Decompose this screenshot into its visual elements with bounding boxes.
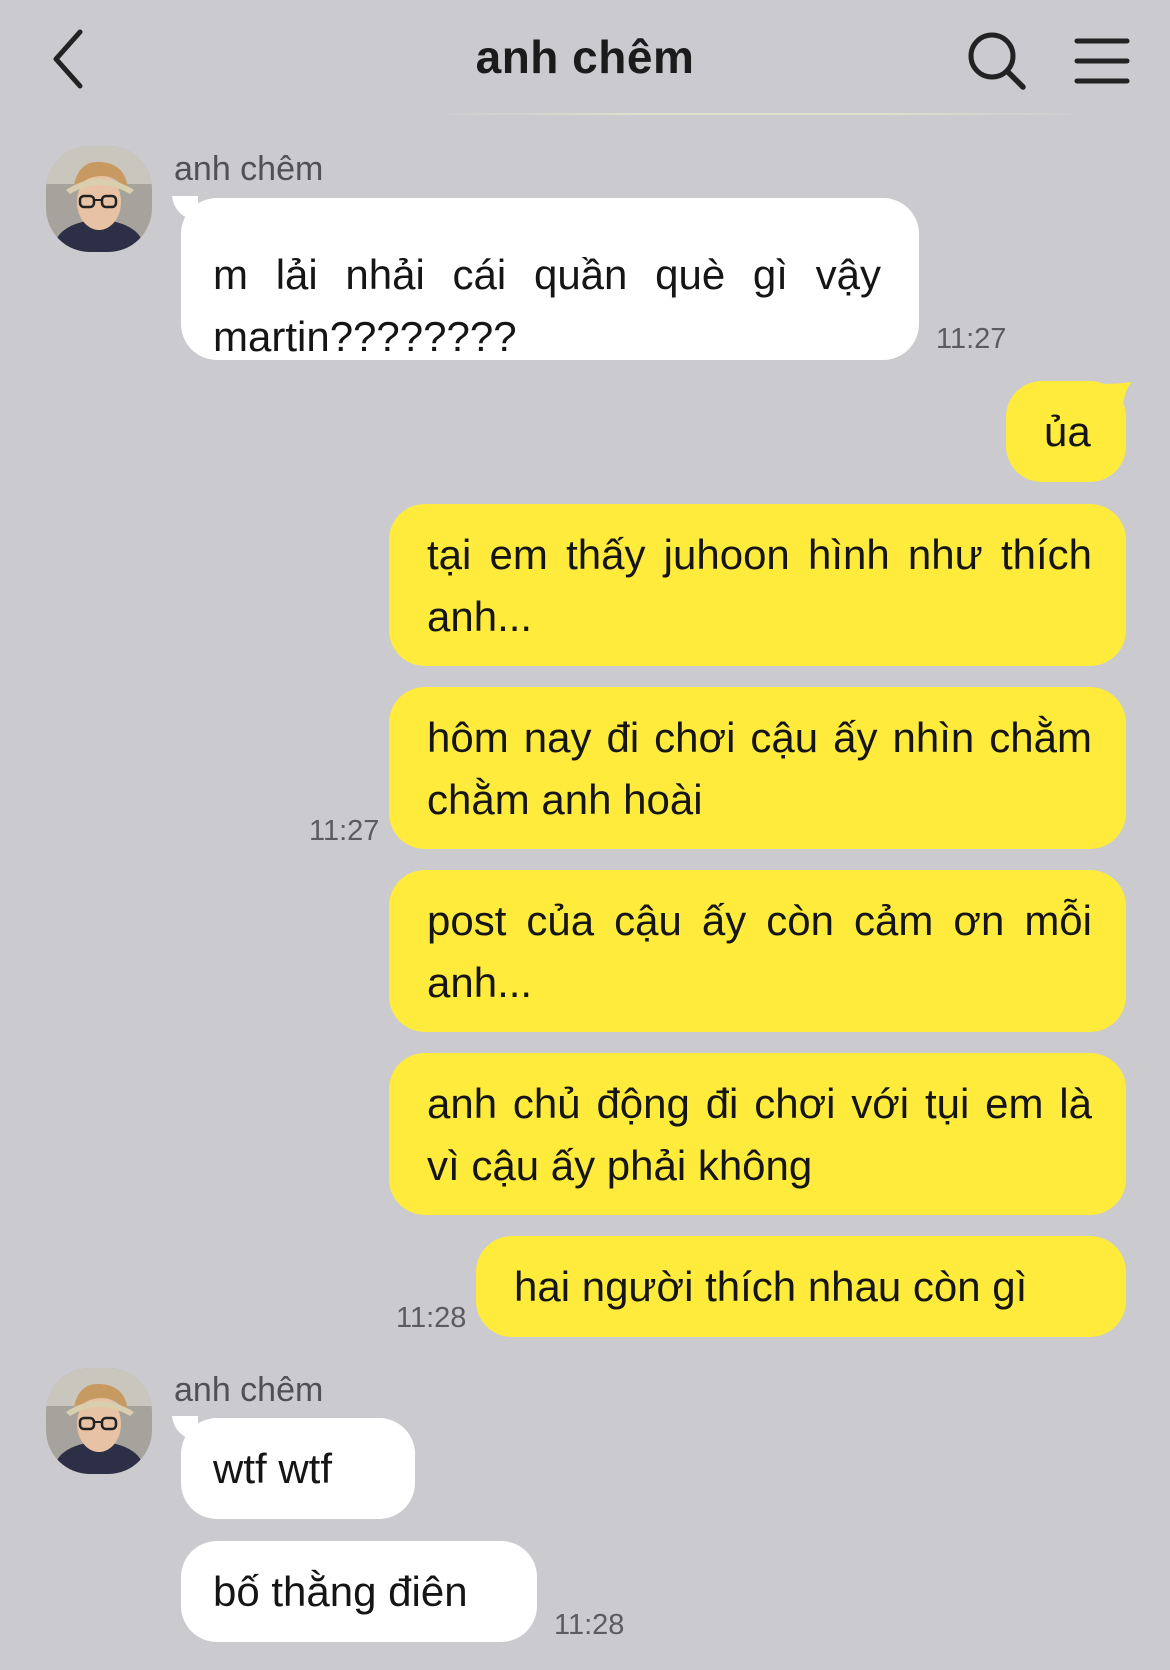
message-timestamp: 11:28 bbox=[396, 1302, 467, 1334]
message-bubble-incoming[interactable]: bố thằng điên bbox=[181, 1541, 537, 1642]
avatar-image bbox=[46, 1368, 152, 1474]
chat-header: anh chêm bbox=[0, 0, 1170, 120]
message-timestamp: 11:28 bbox=[554, 1609, 625, 1641]
message-bubble-outgoing[interactable]: anh chủ động đi chơi với tụi em là vì cậ… bbox=[389, 1053, 1126, 1215]
hamburger-menu-icon bbox=[1074, 38, 1130, 84]
message-bubble-incoming[interactable]: wtf wtf bbox=[181, 1418, 415, 1519]
avatar[interactable] bbox=[46, 1368, 152, 1474]
search-icon bbox=[968, 32, 1026, 90]
message-bubble-outgoing[interactable]: post của cậu ấy còn cảm ơn mỗi anh... bbox=[389, 870, 1126, 1032]
message-bubble-outgoing[interactable]: tại em thấy juhoon hình như thích anh... bbox=[389, 504, 1126, 666]
message-bubble-incoming[interactable]: m lải nhải cái quần què gì vậy martin???… bbox=[181, 198, 919, 360]
avatar[interactable] bbox=[46, 146, 152, 252]
sender-name: anh chêm bbox=[174, 1371, 324, 1409]
message-timestamp: 11:27 bbox=[309, 815, 380, 847]
sender-name: anh chêm bbox=[174, 150, 324, 188]
message-bubble-outgoing[interactable]: hôm nay đi chơi cậu ấy nhìn chằm chằm an… bbox=[389, 687, 1126, 849]
header-divider bbox=[430, 113, 1090, 115]
message-bubble-outgoing[interactable]: hai người thích nhau còn gì bbox=[476, 1236, 1126, 1337]
avatar-image bbox=[46, 146, 152, 252]
message-bubble-outgoing[interactable]: ủa bbox=[1006, 381, 1126, 482]
search-button[interactable] bbox=[966, 30, 1028, 92]
message-timestamp: 11:27 bbox=[936, 323, 1007, 355]
menu-button[interactable] bbox=[1074, 36, 1130, 86]
